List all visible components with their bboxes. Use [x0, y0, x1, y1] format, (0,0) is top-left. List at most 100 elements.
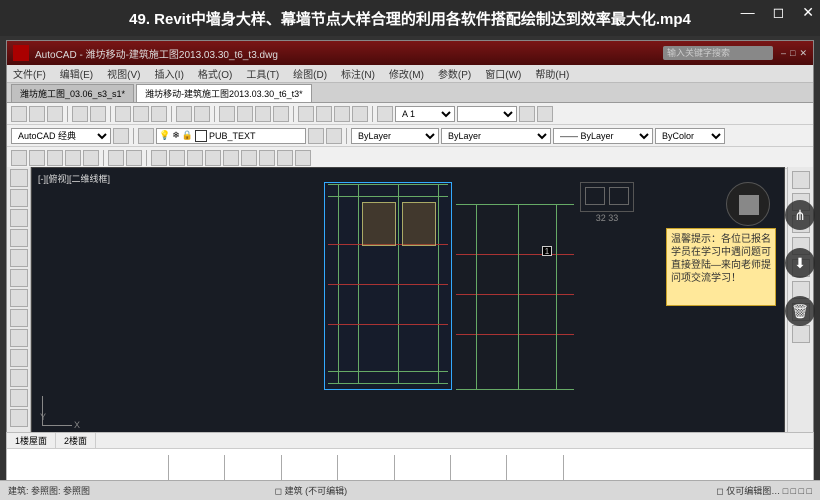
menu-format[interactable]: 格式(O)	[198, 66, 232, 81]
layer-iso-icon[interactable]	[308, 128, 324, 144]
menu-edit[interactable]: 编辑(E)	[60, 66, 93, 81]
toolbar-standard: A 1	[7, 103, 813, 125]
preview-icon[interactable]	[90, 106, 106, 122]
acad-title: AutoCAD - 潍坊移动-建筑施工图2013.03.30_t6_t3.dwg	[35, 46, 278, 61]
pline-icon[interactable]	[29, 150, 45, 166]
drawing-thumbnail: 32 33	[580, 182, 634, 212]
open-icon[interactable]	[29, 106, 45, 122]
workspace-select[interactable]: AutoCAD 经典	[11, 128, 111, 144]
menu-parametric[interactable]: 参数(P)	[438, 66, 471, 81]
circle-tool-icon[interactable]	[10, 269, 28, 287]
acad-titlebar: AutoCAD - 潍坊移动-建筑施工图2013.03.30_t6_t3.dwg…	[7, 41, 813, 65]
zoom-previous-icon[interactable]	[273, 106, 289, 122]
block-tool-icon[interactable]	[10, 329, 28, 347]
cut-icon[interactable]	[115, 106, 131, 122]
close-button[interactable]: ✕	[802, 4, 814, 21]
layer-select[interactable]: 💡❄🔒 PUB_TEXT	[156, 128, 306, 144]
menu-draw[interactable]: 绘图(D)	[293, 66, 327, 81]
bottom-tab[interactable]: 2楼面	[56, 433, 96, 448]
search-input[interactable]: 输入关键字搜索	[663, 46, 773, 60]
scale-select[interactable]	[457, 106, 517, 122]
pan-icon[interactable]	[219, 106, 235, 122]
menu-modify[interactable]: 修改(M)	[389, 66, 424, 81]
zoom-window-icon[interactable]	[255, 106, 271, 122]
polygon-tool-icon[interactable]	[10, 209, 28, 227]
fillet-icon[interactable]	[295, 150, 311, 166]
toolpalettes-icon[interactable]	[334, 106, 350, 122]
drawing-canvas[interactable]: [-][俯视][二维线框] 1	[31, 167, 785, 447]
new-icon[interactable]	[11, 106, 27, 122]
region-tool-icon[interactable]	[10, 389, 28, 407]
trim-icon[interactable]	[241, 150, 257, 166]
acad-minimize-button[interactable]: –	[781, 48, 786, 59]
menu-insert[interactable]: 插入(I)	[154, 66, 183, 81]
zoom-icon[interactable]	[237, 106, 253, 122]
tooltip: 温馨提示：各位已报名学员在学习中遇问题可直接登陆—来向老师提问项交流学习！	[666, 228, 776, 306]
hatch-icon[interactable]	[108, 150, 124, 166]
undo-icon[interactable]	[176, 106, 192, 122]
toolbar-draw	[7, 147, 813, 169]
color-select[interactable]: ByLayer	[351, 128, 439, 144]
download-button[interactable]: ⬇	[785, 248, 815, 278]
spline-tool-icon[interactable]	[10, 289, 28, 307]
paste-icon[interactable]	[151, 106, 167, 122]
offset-icon[interactable]	[277, 150, 293, 166]
maximize-button[interactable]: ◻	[773, 4, 785, 21]
hatch-tool-icon[interactable]	[10, 369, 28, 387]
copy2-icon[interactable]	[169, 150, 185, 166]
designcenter-icon[interactable]	[316, 106, 332, 122]
plotstyle-select[interactable]: ByColor	[655, 128, 725, 144]
point-tool-icon[interactable]	[10, 349, 28, 367]
misc-icon[interactable]	[537, 106, 553, 122]
misc-icon[interactable]	[519, 106, 535, 122]
delete-button[interactable]: 🗑	[785, 296, 815, 326]
copy-icon[interactable]	[133, 106, 149, 122]
scale-tool-icon[interactable]	[792, 325, 810, 343]
save-icon[interactable]	[47, 106, 63, 122]
share-button[interactable]: ⋔	[785, 200, 815, 230]
line-icon[interactable]	[11, 150, 27, 166]
menu-tools[interactable]: 工具(T)	[246, 66, 279, 81]
bottom-tab[interactable]: 1楼屋面	[7, 433, 56, 448]
text-tool-icon[interactable]	[10, 409, 28, 427]
annotation-scale-select[interactable]: A 1	[395, 106, 455, 122]
acad-logo-icon	[13, 45, 29, 61]
rect-icon[interactable]	[83, 150, 99, 166]
pline-tool-icon[interactable]	[10, 189, 28, 207]
menu-window[interactable]: 窗口(W)	[485, 66, 521, 81]
menu-dimension[interactable]: 标注(N)	[341, 66, 375, 81]
erase-icon[interactable]	[792, 171, 810, 189]
line-tool-icon[interactable]	[10, 169, 28, 187]
document-tab[interactable]: 潍坊施工图_03.06_s3_s1*	[11, 84, 134, 102]
lineweight-select[interactable]: —— ByLayer	[553, 128, 653, 144]
redo-icon[interactable]	[194, 106, 210, 122]
minimize-button[interactable]: —	[741, 4, 755, 21]
menu-view[interactable]: 视图(V)	[107, 66, 140, 81]
layer-props-icon[interactable]	[138, 128, 154, 144]
arc-icon[interactable]	[65, 150, 81, 166]
arc-tool-icon[interactable]	[10, 249, 28, 267]
menu-file[interactable]: 文件(F)	[13, 66, 46, 81]
extend-icon[interactable]	[259, 150, 275, 166]
ellipse-tool-icon[interactable]	[10, 309, 28, 327]
print-icon[interactable]	[72, 106, 88, 122]
scale-icon[interactable]	[223, 150, 239, 166]
help-icon[interactable]	[377, 106, 393, 122]
mirror-icon[interactable]	[205, 150, 221, 166]
layer-prev-icon[interactable]	[326, 128, 342, 144]
viewcube[interactable]	[726, 182, 770, 226]
rect-tool-icon[interactable]	[10, 229, 28, 247]
rotate-icon[interactable]	[187, 150, 203, 166]
linetype-select[interactable]: ByLayer	[441, 128, 551, 144]
acad-maximize-button[interactable]: □	[790, 48, 795, 59]
document-tab[interactable]: 潍坊移动-建筑施工图2013.03.30_t6_t3*	[136, 84, 312, 102]
workspace-settings-icon[interactable]	[113, 128, 129, 144]
acad-close-button[interactable]: ✕	[799, 48, 807, 59]
circle-icon[interactable]	[47, 150, 63, 166]
properties-icon[interactable]	[298, 106, 314, 122]
drawing-region: 1	[456, 204, 574, 390]
menu-help[interactable]: 帮助(H)	[535, 66, 569, 81]
sheetset-icon[interactable]	[352, 106, 368, 122]
text-icon[interactable]	[126, 150, 142, 166]
move-icon[interactable]	[151, 150, 167, 166]
